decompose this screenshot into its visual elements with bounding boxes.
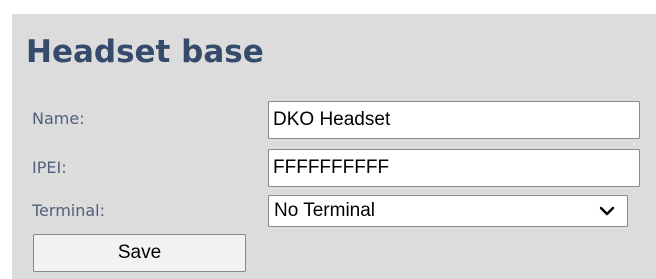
save-button[interactable]: Save — [33, 234, 246, 272]
page-title: Headset base — [26, 34, 264, 70]
ipei-field[interactable] — [268, 149, 640, 187]
terminal-select[interactable]: No Terminal — [268, 195, 628, 227]
chevron-down-icon — [599, 206, 615, 216]
terminal-label: Terminal: — [32, 201, 106, 220]
name-label: Name: — [32, 109, 85, 128]
ipei-label: IPEI: — [32, 158, 67, 177]
name-field[interactable] — [268, 101, 640, 139]
terminal-selected-value: No Terminal — [274, 200, 376, 221]
headset-base-panel: Headset base Name: IPEI: Terminal: No Te… — [12, 14, 656, 279]
